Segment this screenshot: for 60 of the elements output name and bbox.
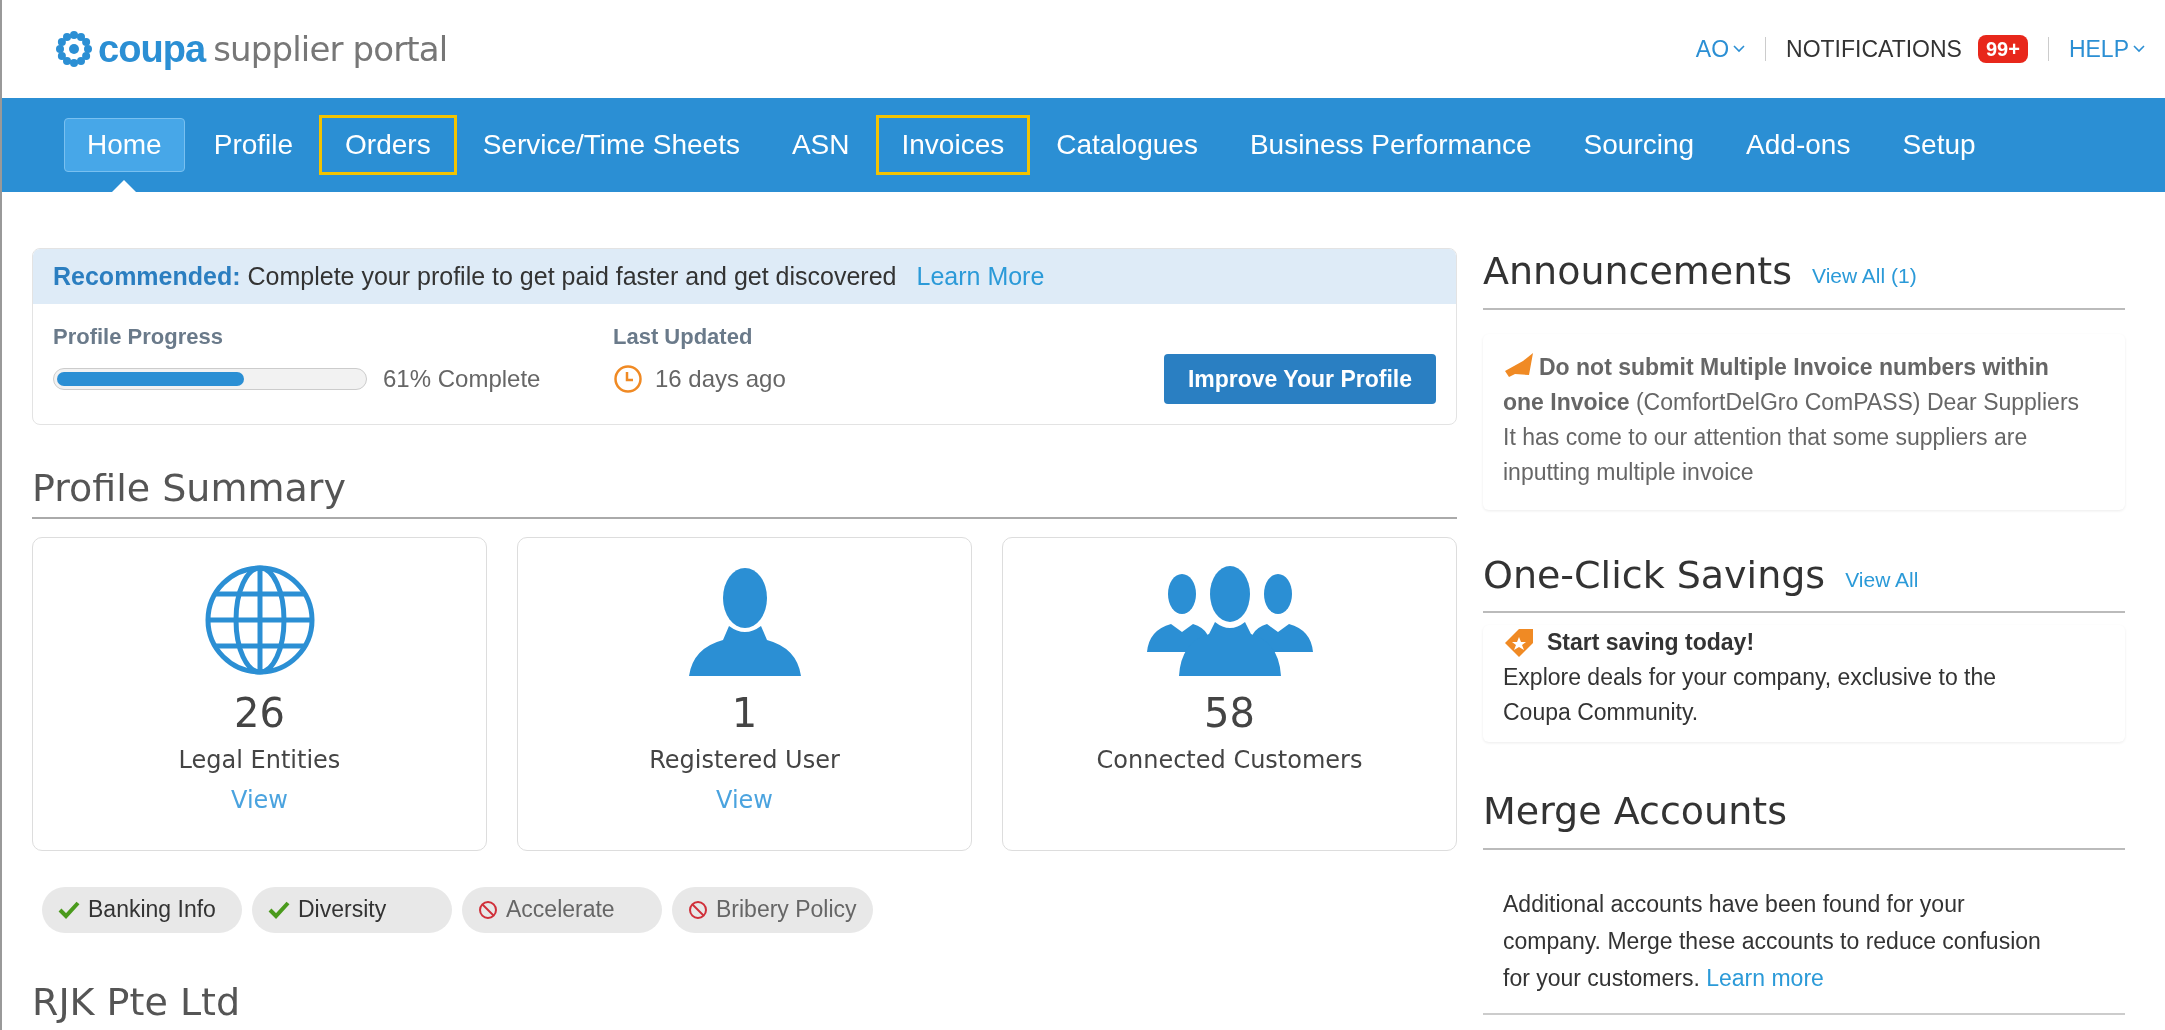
notifications-badge: 99+ xyxy=(1977,35,2028,63)
nav-tab[interactable]: Catalogues xyxy=(1033,118,1221,172)
prohibited-icon xyxy=(478,899,498,920)
summary-count: 1 xyxy=(731,688,758,738)
group-icon xyxy=(1146,563,1313,676)
learn-more-link[interactable]: Learn More xyxy=(916,257,1045,296)
view-all-link[interactable]: View All (1) xyxy=(1812,260,1917,296)
improve-profile-button[interactable]: Improve Your Profile xyxy=(1163,354,1436,404)
status-chip: Banking Info xyxy=(42,886,242,933)
nav-tab[interactable]: Setup xyxy=(1879,118,1999,172)
announcement-text: Do not submit Multiple Invoice numbers within one Invoice (ComfortDelGro ComPASS) Dear Suppliers It has come to our attention that some suppliers are inputting multiple invoice xyxy=(1503,349,2085,490)
prohibited-icon xyxy=(688,899,708,920)
checkmark-icon xyxy=(58,900,80,919)
help-menu[interactable]: HELP xyxy=(2048,31,2145,67)
view-all-link[interactable]: View All xyxy=(1845,563,1919,599)
merge-title: Merge Accounts xyxy=(1483,788,2125,850)
nav-tab[interactable]: Orders xyxy=(322,118,454,172)
recommendation-text: Recommended: Complete your profile to get paid faster and get discovered xyxy=(53,260,897,292)
updated-value: 16 days ago xyxy=(655,364,786,394)
clock-icon xyxy=(613,364,643,394)
nav-tab[interactable]: Profile xyxy=(190,118,317,172)
nav-tab[interactable]: ASN xyxy=(768,118,873,172)
summary-count: 26 xyxy=(234,688,285,738)
nav-tab[interactable]: Invoices xyxy=(878,118,1028,172)
nav-tab[interactable]: Sourcing xyxy=(1560,118,1718,172)
logo-icon xyxy=(54,29,94,69)
learn-more-link[interactable]: Learn more xyxy=(1706,964,1824,991)
notifications-link[interactable]: NOTIFICATIONS xyxy=(1766,31,1978,67)
savings-text: Explore deals for your company, exclusive to the Coupa Community. xyxy=(1503,663,1998,727)
nav-tab[interactable]: Home xyxy=(64,118,185,172)
section-title: Profile Summary xyxy=(32,465,1457,519)
user-menu[interactable]: AO xyxy=(1695,31,1766,67)
view-link[interactable]: View xyxy=(716,781,773,818)
announcements-title: Announcements xyxy=(1483,248,1793,295)
updated-label: Last Updated xyxy=(613,323,754,351)
summary-count: 58 xyxy=(1204,688,1255,738)
logo-wordmark: coupa xyxy=(98,26,206,72)
company-title: RJK Pte Ltd xyxy=(32,978,242,1026)
logo-subtitle: supplier portal xyxy=(213,27,448,71)
summary-label: Connected Customers xyxy=(1096,744,1363,776)
checkmark-icon xyxy=(268,900,290,919)
savings-title: One-Click Savings xyxy=(1483,551,1826,599)
merge-text: Additional accounts have been found for your company. Merge these accounts to reduce confusion for your customers. Learn more xyxy=(1483,849,2125,1015)
chevron-down-icon xyxy=(1733,45,1746,53)
chevron-down-icon xyxy=(2133,45,2145,53)
status-chip: Diversity xyxy=(252,886,452,933)
status-chip: Accelerate xyxy=(462,886,662,933)
nav-tab[interactable]: Business Performance xyxy=(1226,118,1555,172)
nav-tab[interactable]: Add-ons xyxy=(1723,118,1874,172)
progress-text: 61% Complete xyxy=(383,364,541,394)
progress-label: Profile Progress xyxy=(53,323,224,351)
summary-label: Registered User xyxy=(649,744,840,776)
active-tab-pointer xyxy=(112,180,137,192)
tag-icon xyxy=(1503,626,1535,659)
summary-label: Legal Entities xyxy=(178,744,341,776)
status-chip: Bribery Policy xyxy=(672,886,873,933)
savings-headline: Start saving today! xyxy=(1547,628,1755,657)
view-link[interactable]: View xyxy=(231,781,288,818)
nav-tab[interactable]: Service/Time Sheets xyxy=(459,118,763,172)
globe-icon xyxy=(203,563,316,676)
